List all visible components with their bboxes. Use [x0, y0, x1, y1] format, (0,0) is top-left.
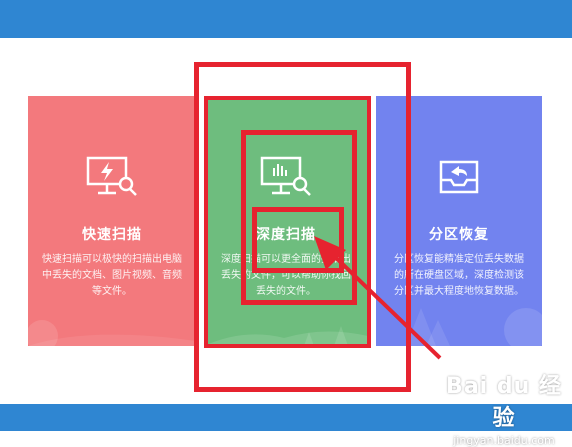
app-header-bar	[0, 0, 572, 38]
baidu-jingyan-watermark: Bai du 经验 jingyan.baidu.com	[436, 368, 572, 447]
watermark-url: jingyan.baidu.com	[453, 434, 555, 447]
quick-scan-title: 快速扫描	[82, 227, 142, 243]
monitor-lightning-search-icon	[86, 156, 137, 196]
watermark-logo: Bai du 经验	[446, 374, 562, 431]
annotation-arrow	[314, 236, 442, 360]
card-decoration	[28, 320, 196, 346]
quick-scan-card[interactable]: 快速扫描 快速扫描可以极快的扫描出电脑中丢失的文档、图片视频、音频等文件。	[28, 96, 196, 346]
tray-return-icon	[439, 160, 479, 194]
